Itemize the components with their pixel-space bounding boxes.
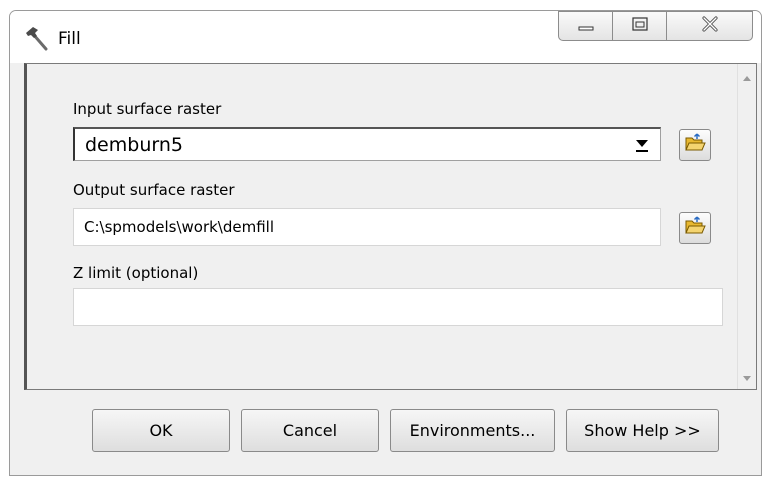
input-browse-button[interactable] bbox=[679, 129, 711, 161]
parameters-panel: Input surface raster demburn5 Output sur… bbox=[24, 63, 757, 390]
input-surface-raster-value: demburn5 bbox=[85, 134, 183, 156]
minimize-icon bbox=[577, 17, 595, 36]
chevron-down-icon[interactable] bbox=[636, 140, 648, 147]
output-surface-raster-label: Output surface raster bbox=[73, 181, 235, 199]
input-surface-raster-label: Input surface raster bbox=[73, 100, 222, 118]
output-surface-raster-field[interactable]: C:\spmodels\work\demfill bbox=[73, 208, 661, 246]
open-folder-icon bbox=[684, 216, 706, 240]
fill-dialog-window: Fill Input surface raster demburn5 Outpu… bbox=[9, 10, 762, 476]
close-icon bbox=[700, 15, 720, 37]
output-browse-button[interactable] bbox=[679, 212, 711, 244]
show-help-button[interactable]: Show Help >> bbox=[566, 409, 719, 452]
ok-button[interactable]: OK bbox=[92, 409, 230, 452]
cancel-button[interactable]: Cancel bbox=[241, 409, 379, 452]
z-limit-field[interactable] bbox=[73, 288, 723, 326]
scroll-down-icon[interactable] bbox=[743, 376, 751, 381]
maximize-button[interactable] bbox=[612, 11, 666, 41]
open-folder-icon bbox=[684, 133, 706, 157]
scroll-up-icon[interactable] bbox=[743, 76, 751, 81]
window-title: Fill bbox=[58, 29, 81, 49]
title-bar: Fill bbox=[10, 11, 761, 63]
vertical-scrollbar[interactable] bbox=[737, 64, 756, 389]
hammer-icon bbox=[24, 25, 50, 51]
output-surface-raster-value: C:\spmodels\work\demfill bbox=[84, 218, 274, 236]
z-limit-label: Z limit (optional) bbox=[73, 264, 199, 282]
input-surface-raster-combobox[interactable]: demburn5 bbox=[73, 127, 661, 161]
dropdown-underline bbox=[636, 150, 648, 152]
environments-button[interactable]: Environments... bbox=[390, 409, 555, 452]
minimize-button[interactable] bbox=[558, 11, 612, 41]
maximize-icon bbox=[631, 16, 649, 36]
caption-buttons bbox=[558, 11, 753, 43]
close-button[interactable] bbox=[666, 11, 753, 41]
